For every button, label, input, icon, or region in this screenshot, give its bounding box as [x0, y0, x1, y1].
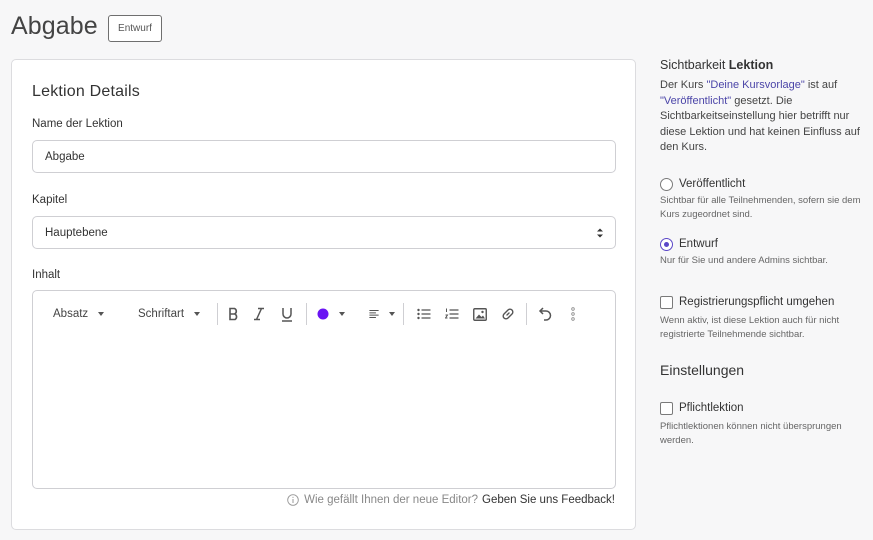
published-label: Veröffentlicht: [679, 178, 746, 190]
chevron-down-icon: [389, 312, 395, 316]
chevron-down-icon: [98, 312, 105, 316]
select-arrows-icon: [597, 228, 603, 238]
font-dropdown-label: Schriftart: [138, 308, 185, 320]
bypass-registration-row[interactable]: Registrierungspflicht umgehen: [660, 294, 865, 310]
desc-text: ist auf: [804, 79, 838, 91]
more-icon: [571, 307, 575, 321]
published-radio[interactable]: [660, 177, 673, 191]
editor-content-area[interactable]: [33, 337, 615, 488]
numbered-list-icon: [445, 308, 459, 319]
bullet-list-icon: [417, 308, 431, 320]
link-icon: [502, 308, 514, 320]
course-status-link[interactable]: "Veröffentlicht": [660, 95, 731, 107]
undo-button[interactable]: [531, 302, 559, 326]
published-radio-row[interactable]: Veröffentlicht: [660, 176, 865, 192]
bypass-registration-label: Registrierungspflicht umgehen: [679, 296, 835, 308]
feedback-line: Wie gefällt Ihnen der neue Editor? Geben…: [287, 494, 615, 506]
draft-radio[interactable]: [660, 237, 673, 251]
settings-heading: Einstellungen: [660, 362, 745, 378]
chapter-select-value: Hauptebene: [45, 226, 108, 239]
card-title: Lektion Details: [32, 83, 140, 100]
toolbar-divider: [526, 303, 527, 325]
italic-icon: [254, 307, 264, 321]
draft-radio-row[interactable]: Entwurf: [660, 236, 865, 252]
font-dropdown[interactable]: Schriftart: [125, 302, 211, 326]
bypass-registration-checkbox[interactable]: [660, 295, 673, 309]
image-button[interactable]: [466, 302, 494, 326]
toolbar-divider: [217, 303, 218, 325]
feedback-link[interactable]: Geben Sie uns Feedback!: [482, 494, 615, 506]
text-color-dropdown[interactable]: [313, 302, 355, 326]
link-button[interactable]: [494, 302, 522, 326]
bypass-registration-option: Registrierungspflicht umgehen Wenn aktiv…: [660, 294, 865, 342]
visibility-option-draft: Entwurf Nur für Sie und andere Admins si…: [660, 236, 865, 268]
info-icon: [287, 494, 299, 506]
paragraph-dropdown-label: Absatz: [53, 308, 89, 320]
status-badge: Entwurf: [108, 15, 162, 42]
desc-text: Der Kurs: [660, 79, 707, 91]
text-color-icon: [317, 308, 329, 320]
toolbar-divider: [306, 303, 307, 325]
toolbar-divider: [403, 303, 404, 325]
bold-button[interactable]: [224, 302, 244, 326]
published-description: Sichtbar für alle Teilnehmenden, sofern …: [660, 195, 861, 220]
align-icon: [369, 310, 379, 318]
bold-icon: [229, 307, 238, 321]
required-lesson-description: Pflichtlektionen können nicht übersprung…: [660, 421, 842, 446]
image-icon: [473, 307, 487, 321]
required-lesson-row[interactable]: Pflichtlektion: [660, 400, 865, 416]
italic-button[interactable]: [244, 302, 274, 326]
required-lesson-checkbox[interactable]: [660, 401, 673, 415]
required-lesson-option: Pflichtlektion Pflichtlektionen können n…: [660, 400, 865, 448]
draft-description: Nur für Sie und andere Admins sichtbar.: [660, 255, 828, 266]
visibility-description: Der Kurs "Deine Kursvorlage" ist auf "Ve…: [660, 78, 865, 156]
more-options-button[interactable]: [559, 302, 587, 326]
align-dropdown[interactable]: [355, 302, 395, 326]
visibility-option-published: Veröffentlicht Sichtbar für alle Teilneh…: [660, 176, 865, 222]
lesson-name-input[interactable]: [32, 140, 616, 173]
visibility-heading-bold: Lektion: [728, 58, 774, 72]
visibility-panel: Sichtbarkeit Lektion Der Kurs "Deine Kur…: [660, 58, 865, 156]
feedback-question: Wie gefällt Ihnen der neue Editor?: [304, 494, 479, 506]
content-label: Inhalt: [32, 269, 61, 281]
draft-label: Entwurf: [679, 238, 718, 250]
chapter-select[interactable]: Hauptebene: [32, 216, 616, 249]
numbered-list-button[interactable]: [438, 302, 466, 326]
bypass-registration-description: Wenn aktiv, ist diese Lektion auch für n…: [660, 315, 840, 340]
required-lesson-label: Pflichtlektion: [679, 402, 744, 414]
editor-toolbar: Absatz Schriftart: [33, 291, 615, 337]
underline-button[interactable]: [274, 302, 300, 326]
page-title: Abgabe: [11, 12, 98, 40]
visibility-heading-prefix: Sichtbarkeit: [660, 58, 726, 72]
paragraph-dropdown[interactable]: Absatz: [45, 302, 125, 326]
bullet-list-button[interactable]: [410, 302, 438, 326]
chevron-down-icon: [339, 312, 345, 316]
lesson-name-label: Name der Lektion: [32, 118, 123, 130]
underline-icon: [282, 307, 292, 322]
chapter-label: Kapitel: [32, 194, 68, 206]
lesson-details-card: Lektion Details Name der Lektion Kapitel…: [11, 59, 636, 530]
visibility-heading: Sichtbarkeit Lektion: [660, 58, 865, 72]
course-link[interactable]: "Deine Kursvorlage": [706, 79, 804, 91]
undo-icon: [538, 307, 552, 321]
rich-text-editor: Absatz Schriftart: [32, 290, 616, 489]
chevron-down-icon: [194, 312, 201, 316]
